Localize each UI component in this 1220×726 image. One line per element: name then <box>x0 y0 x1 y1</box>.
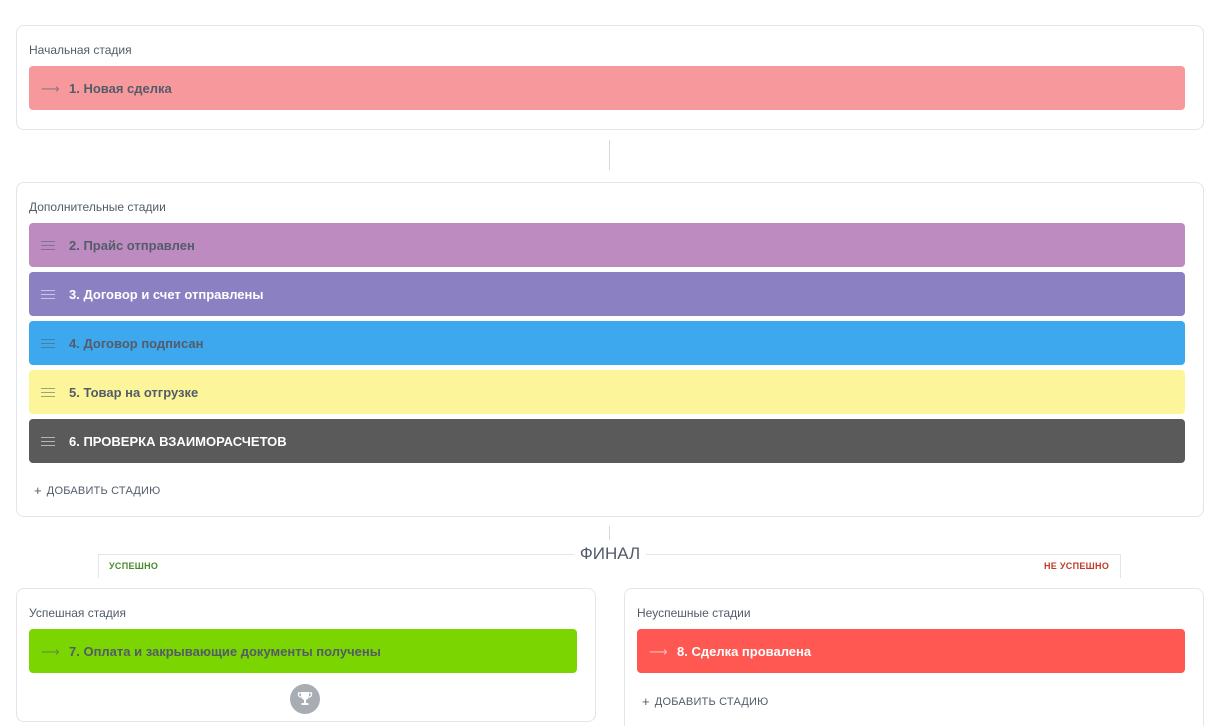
stage-label: 8. Сделка провалена <box>677 643 812 659</box>
success-stage-panel: Успешная стадия ⟶ 7. Оплата и закрывающи… <box>16 588 596 722</box>
success-tag: УСПЕШНО <box>109 561 159 571</box>
initial-stage-title: Начальная стадия <box>29 43 132 57</box>
stage-new-deal[interactable]: ⟶ 1. Новая сделка <box>29 66 1185 110</box>
stage-label: 6. ПРОВЕРКА ВЗАИМОРАСЧЕТОВ <box>69 433 287 449</box>
drag-handle-icon[interactable] <box>41 338 55 348</box>
stage-price-sent[interactable]: 2. Прайс отправлен <box>29 223 1185 267</box>
stage-deal-failed[interactable]: ⟶ 8. Сделка провалена <box>637 629 1185 673</box>
arrow-right-icon: ⟶ <box>649 643 668 659</box>
stage-settlement-check[interactable]: 6. ПРОВЕРКА ВЗАИМОРАСЧЕТОВ <box>29 419 1185 463</box>
failure-stages-title: Неуспешные стадии <box>637 606 751 620</box>
drag-handle-icon[interactable] <box>41 289 55 299</box>
final-title: ФИНАЛ <box>0 544 1220 564</box>
additional-stages-panel: Дополнительные стадии 2. Прайс отправлен… <box>16 182 1204 517</box>
arrow-right-icon: ⟶ <box>41 643 60 659</box>
connector-line <box>609 140 610 170</box>
plus-icon: + <box>642 694 650 709</box>
success-stage-title: Успешная стадия <box>29 606 126 620</box>
add-failure-stage-button[interactable]: + ДОБАВИТЬ СТАДИЮ <box>642 694 768 709</box>
stage-contract-signed[interactable]: 4. Договор подписан <box>29 321 1185 365</box>
connector-line <box>609 526 610 540</box>
plus-icon: + <box>34 483 42 498</box>
additional-stages-title: Дополнительные стадии <box>29 200 166 214</box>
initial-stage-panel: Начальная стадия ⟶ 1. Новая сделка <box>16 25 1204 130</box>
stage-label: 3. Договор и счет отправлены <box>69 286 264 302</box>
drag-handle-icon[interactable] <box>41 240 55 250</box>
stage-label: 7. Оплата и закрывающие документы получе… <box>69 643 381 659</box>
stage-label: 5. Товар на отгрузке <box>69 384 199 400</box>
fail-tag: НЕ УСПЕШНО <box>1044 561 1110 571</box>
arrow-right-icon: ⟶ <box>41 80 60 96</box>
stage-label: 4. Договор подписан <box>69 335 204 351</box>
stage-label: 2. Прайс отправлен <box>69 237 195 253</box>
drag-handle-icon[interactable] <box>41 387 55 397</box>
trophy-icon <box>290 684 320 714</box>
add-stage-button[interactable]: + ДОБАВИТЬ СТАДИЮ <box>34 483 160 498</box>
stage-goods-shipping[interactable]: 5. Товар на отгрузке <box>29 370 1185 414</box>
failure-stages-panel: Неуспешные стадии ⟶ 8. Сделка провалена … <box>624 588 1204 726</box>
add-stage-label: ДОБАВИТЬ СТАДИЮ <box>46 484 161 497</box>
stage-contract-sent[interactable]: 3. Договор и счет отправлены <box>29 272 1185 316</box>
stage-label: 1. Новая сделка <box>69 80 172 96</box>
add-stage-label: ДОБАВИТЬ СТАДИЮ <box>654 695 769 708</box>
drag-handle-icon[interactable] <box>41 436 55 446</box>
stage-payment-received[interactable]: ⟶ 7. Оплата и закрывающие документы полу… <box>29 629 577 673</box>
